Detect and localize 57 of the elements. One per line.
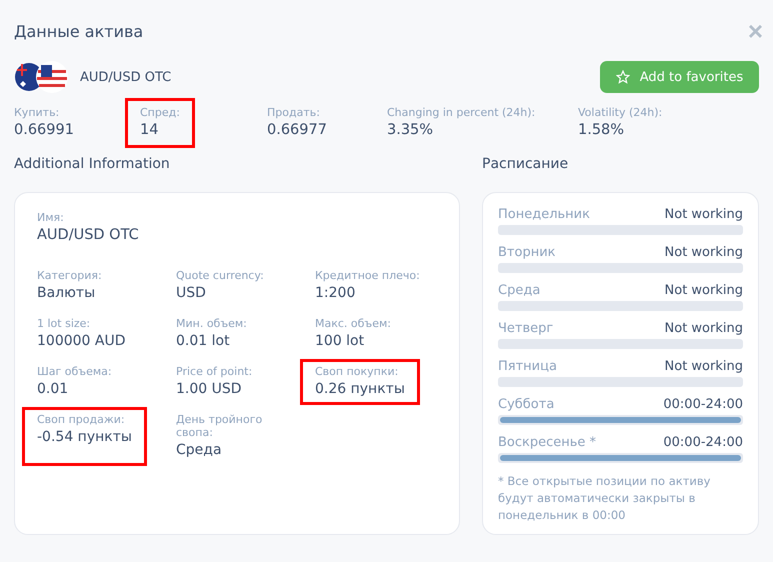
field-label: Категория: bbox=[37, 269, 102, 282]
field-value: 1.00 USD bbox=[176, 381, 243, 397]
field-label: День тройного свопа: bbox=[176, 413, 264, 439]
field-value: AUD/USD OTC bbox=[37, 227, 140, 243]
stat-label: Volatility (24h): bbox=[578, 106, 662, 119]
stat-label: Changing in percent (24h): bbox=[387, 106, 536, 119]
stat-value: 14 bbox=[140, 122, 160, 138]
stat-label: Продать: bbox=[267, 106, 321, 119]
day-name: Воскресенье * bbox=[498, 435, 596, 450]
stat-value: 0.66991 bbox=[14, 122, 74, 138]
field-label: Своп покупки: bbox=[315, 365, 400, 378]
day-hours: Not working bbox=[664, 359, 743, 374]
day-hours: Not working bbox=[664, 207, 743, 222]
field-value: USD bbox=[176, 285, 207, 301]
field-value: 1:200 bbox=[315, 285, 356, 301]
flags-icon bbox=[14, 60, 70, 94]
day-hours: Not working bbox=[664, 321, 743, 336]
section-title: Additional Information bbox=[14, 156, 171, 174]
stat-value: 1.58% bbox=[578, 122, 626, 138]
field-label: Quote currency: bbox=[176, 269, 264, 282]
field-label: Кредитное плечо: bbox=[315, 269, 420, 282]
stat-label: Спред: bbox=[140, 106, 180, 119]
field-label: Имя: bbox=[37, 211, 65, 224]
field-label: 1 lot size: bbox=[37, 317, 92, 330]
field-value: 100 lot bbox=[315, 333, 366, 349]
field-value: 100000 AUD bbox=[37, 333, 126, 349]
stat-label: Купить: bbox=[14, 106, 60, 119]
day-name: Четверг bbox=[498, 321, 554, 336]
field-value: Среда bbox=[176, 442, 223, 458]
day-hours: Not working bbox=[664, 245, 743, 260]
field-label: Price of point: bbox=[176, 365, 252, 378]
day-hours: 00:00-24:00 bbox=[663, 435, 743, 450]
favorites-button[interactable]: Add to favorites bbox=[600, 61, 759, 93]
field-label: Шаг объема: bbox=[37, 365, 112, 378]
asset-name: AUD/USD OTC bbox=[80, 70, 172, 84]
field-label: Своп продажи: bbox=[37, 413, 126, 426]
day-name: Понедельник bbox=[498, 207, 590, 222]
field-label: Макс. объем: bbox=[315, 317, 391, 330]
field-value: 0.01 bbox=[37, 381, 70, 397]
close-button[interactable]: × bbox=[748, 21, 763, 41]
field-value: 0.26 пункты bbox=[315, 381, 405, 397]
field-value: -0.54 пункты bbox=[37, 429, 132, 445]
day-hours: Not working bbox=[664, 283, 743, 298]
star-icon bbox=[616, 70, 630, 84]
day-name: Пятница bbox=[498, 359, 557, 374]
stat-value: 3.35% bbox=[387, 122, 434, 138]
field-label: Мин. объем: bbox=[176, 317, 247, 330]
dialog-title: Данные актива bbox=[14, 22, 144, 40]
day-name: Суббота bbox=[498, 397, 554, 412]
footnote: * Все открытые позиции по активу будут автоматически закрыты в понедельник в 00:00 bbox=[498, 473, 712, 524]
day-name: Среда bbox=[498, 283, 540, 298]
section-title: Расписание bbox=[482, 156, 570, 174]
day-hours: 00:00-24:00 bbox=[663, 397, 743, 412]
day-name: Вторник bbox=[498, 245, 556, 260]
field-value: 0.01 lot bbox=[176, 333, 231, 349]
field-value: Валюты bbox=[37, 285, 96, 301]
stat-value: 0.66977 bbox=[267, 122, 327, 138]
